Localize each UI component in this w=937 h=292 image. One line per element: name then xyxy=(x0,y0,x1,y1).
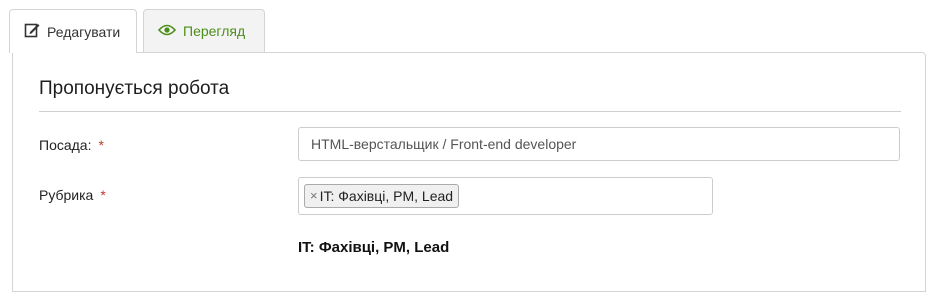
edit-icon xyxy=(24,22,47,41)
category-label-text: Рубрика xyxy=(39,187,94,203)
category-label: Рубрика * xyxy=(39,187,106,203)
selected-category-display: IT: Фахівці, PM, Lead xyxy=(298,239,450,256)
category-chip-label: IT: Фахівці, PM, Lead xyxy=(319,188,454,204)
chip-remove-icon[interactable]: × xyxy=(310,188,318,203)
position-label: Посада: * xyxy=(39,137,104,153)
category-chip: × IT: Фахівці, PM, Lead xyxy=(304,184,460,208)
tab-edit-label: Редагувати xyxy=(47,23,121,40)
required-mark: * xyxy=(98,137,104,153)
position-label-text: Посада: xyxy=(39,137,92,153)
tab-edit[interactable]: Редагувати xyxy=(9,9,137,53)
tab-view[interactable]: Перегляд xyxy=(143,9,265,52)
divider xyxy=(39,111,901,112)
eye-icon xyxy=(157,23,183,39)
edit-panel: Пропонується робота Посада: * Рубрика * × … xyxy=(12,52,926,292)
category-select[interactable]: × IT: Фахівці, PM, Lead xyxy=(298,177,713,215)
tab-view-label: Перегляд xyxy=(183,23,246,39)
required-mark: * xyxy=(100,187,106,203)
position-input[interactable] xyxy=(298,127,900,161)
section-title: Пропонується робота xyxy=(39,78,230,99)
